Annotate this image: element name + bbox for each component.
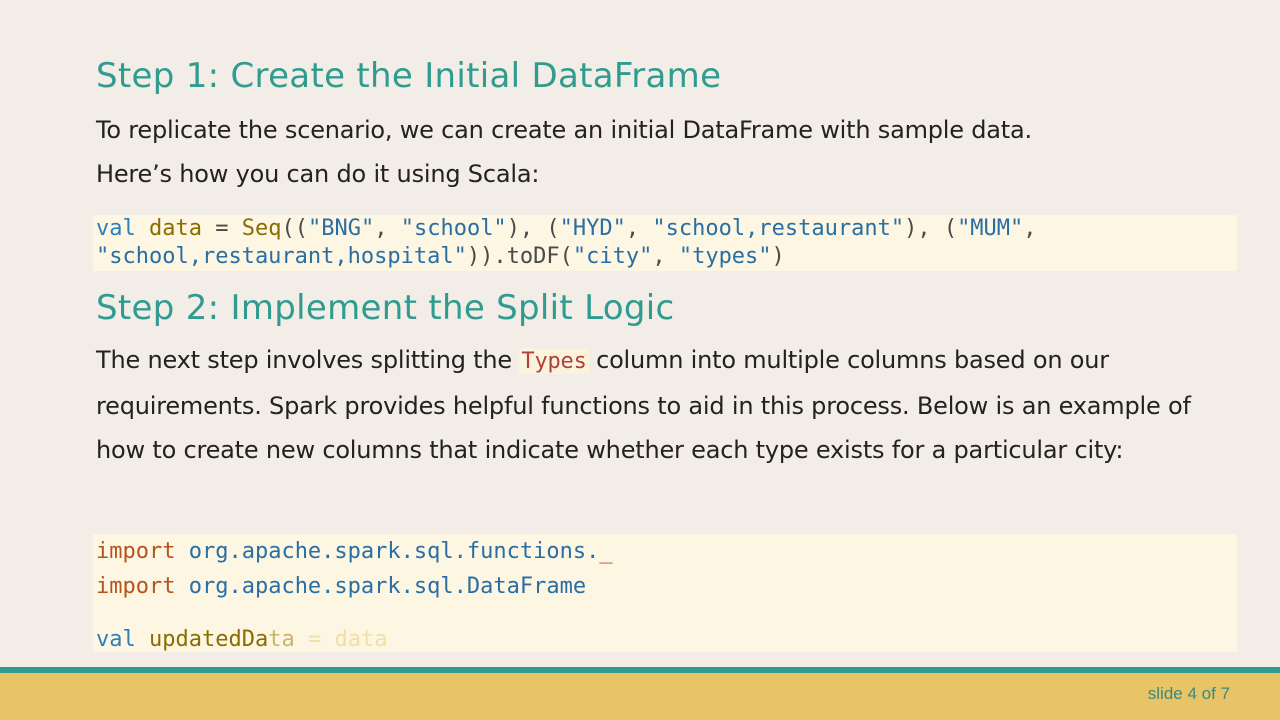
step1-paragraph: To replicate the scenario, we can create…: [96, 108, 1216, 196]
code-keyword-val: val: [96, 627, 136, 652]
code-string: "MUM": [957, 216, 1024, 241]
footer-band: [0, 673, 1280, 720]
code-string: "HYD": [559, 216, 626, 241]
code-package: org.apache.spark.sql.functions.: [175, 539, 600, 564]
code-ident-faded: ta: [268, 627, 295, 652]
code-punct: ,: [1023, 216, 1037, 241]
step1-para-line2: Here’s how you can do it using Scala:: [96, 160, 540, 188]
code-punct: ((: [281, 216, 308, 241]
code-keyword-import: import: [96, 574, 176, 599]
code-block-create-dataframe: val data = Seq(("BNG", "school"), ("HYD"…: [93, 215, 1237, 271]
code-string: "school": [400, 216, 507, 241]
code-punct: ): [771, 244, 785, 269]
step2-para-before: The next step involves splitting the: [96, 346, 520, 374]
code-string: "BNG": [307, 216, 375, 241]
code-string: "school,restaurant,hospital": [96, 244, 467, 269]
code-punct: ,: [625, 216, 653, 241]
step2-paragraph: The next step involves splitting the Typ…: [96, 338, 1216, 472]
code-punct: ,: [652, 244, 679, 269]
code-line-import-functions: import org.apache.spark.sql.functions._: [96, 534, 1237, 569]
step1-para-line1: To replicate the scenario, we can create…: [96, 116, 1032, 144]
code-punct: )).toDF(: [466, 244, 573, 269]
code-string: "types": [678, 244, 772, 269]
code-underscore: _: [599, 539, 613, 564]
slide-number: slide 4 of 7: [1147, 684, 1230, 703]
code-line-import-dataframe: import org.apache.spark.sql.DataFrame: [96, 569, 1237, 604]
code-line-updated-data: val updatedData = data: [96, 622, 1237, 652]
code-package: org.apache.spark.sql.DataFrame: [175, 574, 587, 599]
step2-heading: Step 2: Implement the Split Logic: [96, 288, 675, 328]
slide: Step 1: Create the Initial DataFrame To …: [0, 0, 1280, 720]
inline-code-types: Types: [519, 349, 589, 374]
code-keyword-import: import: [96, 539, 176, 564]
code-block-split-logic: import org.apache.spark.sql.functions._ i…: [93, 534, 1237, 652]
code-ident-updated: updatedDa: [149, 627, 269, 652]
code-keyword-val: val: [96, 216, 136, 241]
code-ident-data: data: [149, 216, 202, 241]
code-string: "city": [572, 244, 653, 269]
code-eq: =: [201, 216, 242, 241]
code-string: "school,restaurant": [652, 216, 905, 241]
code-fn-seq: Seq: [241, 216, 282, 241]
code-punct: ), (: [904, 216, 958, 241]
step1-heading: Step 1: Create the Initial DataFrame: [96, 56, 722, 96]
code-punct: ), (: [506, 216, 560, 241]
code-faded-rest: = data: [294, 627, 388, 652]
code-punct: ,: [374, 216, 401, 241]
